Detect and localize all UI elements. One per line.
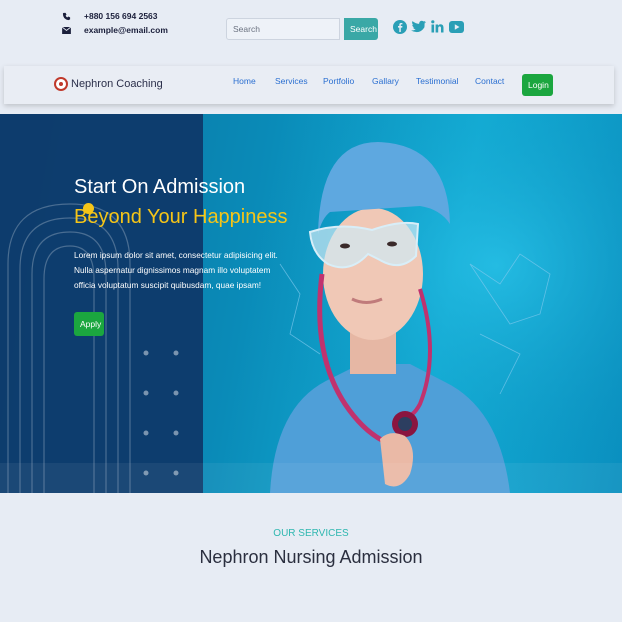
brand-name: Nephron Coaching <box>71 78 163 90</box>
nav-gallary[interactable]: Gallary <box>372 76 399 86</box>
envelope-icon <box>60 25 72 35</box>
hero-bottom-strip <box>0 463 622 493</box>
hero-section: Start On Admission Beyond Your Happiness… <box>0 114 622 493</box>
services-subtitle: OUR SERVICES <box>273 528 349 539</box>
services-title: Nephron Nursing Admission <box>199 547 423 567</box>
search-input[interactable] <box>226 18 340 40</box>
twitter-icon[interactable] <box>411 18 426 35</box>
youtube-icon[interactable] <box>449 18 464 35</box>
search-button[interactable]: Search <box>344 18 378 40</box>
brand[interactable]: Nephron Coaching <box>54 77 163 91</box>
email-address: example@email.com <box>84 25 168 35</box>
top-bar: +880 156 694 2563 example@email.com Sear… <box>0 0 622 62</box>
hero-subtitle: Beyond Your Happiness <box>74 206 288 228</box>
nav-home[interactable]: Home <box>233 76 256 86</box>
apply-button[interactable]: Apply <box>74 312 104 336</box>
nav-portfolio[interactable]: Portfolio <box>323 76 354 86</box>
hero-title: Start On Admission <box>74 176 246 198</box>
login-button[interactable]: Login <box>522 74 553 96</box>
phone-number: +880 156 694 2563 <box>84 11 158 21</box>
decorative-arcs <box>7 203 179 493</box>
contact-info: +880 156 694 2563 example@email.com <box>60 9 168 37</box>
email-row: example@email.com <box>60 23 168 37</box>
linkedin-icon[interactable] <box>430 18 445 35</box>
navbar: Nephron Coaching Home Services Portfolio… <box>4 66 614 104</box>
search-form: Search <box>226 18 378 40</box>
facebook-icon[interactable] <box>392 18 407 35</box>
social-links <box>392 18 464 35</box>
phone-icon <box>60 11 72 21</box>
nav-contact[interactable]: Contact <box>475 76 504 86</box>
phone-row: +880 156 694 2563 <box>60 9 168 23</box>
hero-description: Lorem ipsum dolor sit amet, consectetur … <box>74 250 278 290</box>
brand-logo-icon <box>54 77 68 91</box>
nav-testimonial[interactable]: Testimonial <box>416 76 459 86</box>
nav-services[interactable]: Services <box>275 76 308 86</box>
